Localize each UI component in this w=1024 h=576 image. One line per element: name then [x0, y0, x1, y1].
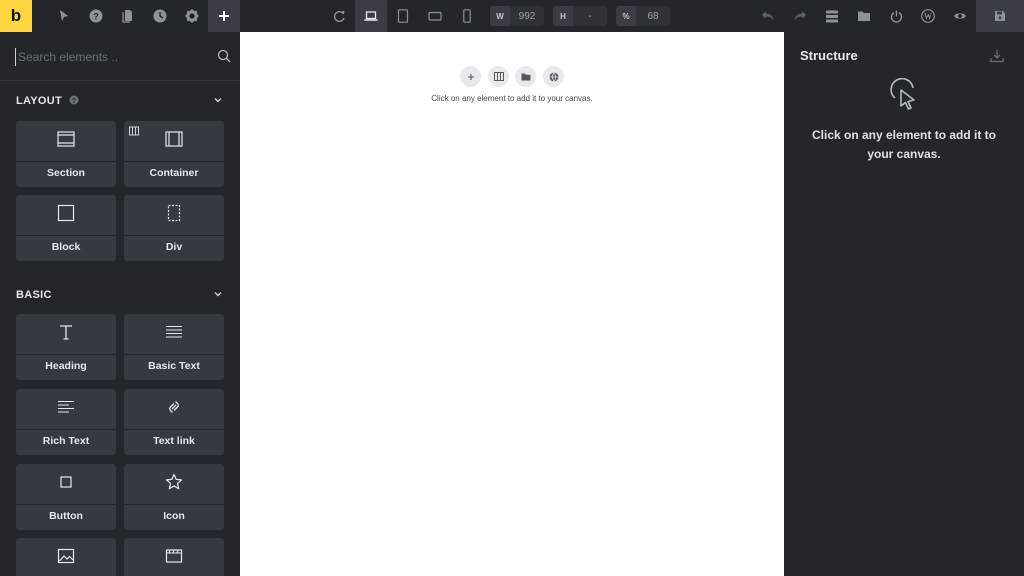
- element-block[interactable]: Block: [16, 195, 116, 261]
- height-value[interactable]: -: [573, 11, 607, 22]
- folder-icon: [521, 73, 530, 80]
- svg-text:W: W: [924, 12, 932, 21]
- element-image[interactable]: [16, 538, 116, 576]
- container-icon: [164, 129, 184, 149]
- structure-panel: Structure Click on any element to add it…: [784, 32, 1024, 576]
- image-icon: [56, 546, 76, 566]
- top-toolbar: b ? W 992 H - % 68 W: [0, 0, 1024, 32]
- structure-title: Structure: [800, 48, 858, 63]
- canvas[interactable]: Click on any element to add it to your c…: [240, 32, 784, 576]
- element-button[interactable]: Button: [16, 464, 116, 530]
- canvas-add-button[interactable]: [460, 66, 481, 87]
- gear-icon[interactable]: [176, 0, 208, 32]
- history-icon[interactable]: [144, 0, 176, 32]
- pointer-icon[interactable]: [48, 0, 80, 32]
- element-label: Container: [149, 167, 199, 179]
- columns-icon: [129, 126, 139, 136]
- mobile-icon[interactable]: [451, 0, 483, 32]
- builder-logo[interactable]: b: [0, 0, 32, 32]
- undo-icon[interactable]: [752, 0, 784, 32]
- info-icon[interactable]: ?: [69, 95, 79, 105]
- element-label: Heading: [45, 360, 87, 372]
- button-icon: [56, 472, 76, 492]
- canvas-columns-button[interactable]: [488, 66, 509, 87]
- canvas-hint: Click on any element to add it to your c…: [431, 94, 593, 103]
- element-icon[interactable]: Icon: [124, 464, 224, 530]
- elements-panel: LAYOUT ? Section Container Block Div BAS…: [0, 32, 240, 576]
- element-label: Div: [165, 241, 183, 253]
- rich-text-icon: [56, 397, 76, 417]
- width-value[interactable]: 992: [510, 11, 544, 22]
- svg-text:?: ?: [72, 98, 77, 105]
- structure-icon[interactable]: [816, 0, 848, 32]
- category-title-layout[interactable]: LAYOUT ?: [16, 95, 79, 107]
- help-icon[interactable]: ?: [80, 0, 112, 32]
- globe-icon: [549, 71, 558, 82]
- columns-icon: [493, 72, 504, 81]
- link-icon: [164, 397, 184, 417]
- height-label: H: [553, 6, 573, 26]
- refresh-icon[interactable]: [323, 0, 355, 32]
- click-pointer-icon: [890, 78, 915, 110]
- block-icon: [56, 203, 76, 223]
- folder-icon[interactable]: [848, 0, 880, 32]
- power-icon[interactable]: [880, 0, 912, 32]
- canvas-global-button[interactable]: [543, 66, 564, 87]
- element-label: Button: [49, 510, 83, 522]
- wordpress-icon[interactable]: W: [912, 0, 944, 32]
- element-label: Text link: [153, 435, 195, 447]
- text-lines-icon: [164, 322, 184, 342]
- element-label: Basic Text: [148, 360, 200, 372]
- zoom-field[interactable]: % 68: [616, 6, 670, 26]
- element-label: Block: [51, 241, 81, 253]
- eye-icon[interactable]: [944, 0, 976, 32]
- search-bar: [0, 32, 240, 81]
- plus-icon: [467, 73, 474, 80]
- element-basic-text[interactable]: Basic Text: [124, 314, 224, 380]
- section-icon: [56, 129, 76, 149]
- save-icon: [995, 11, 1005, 21]
- structure-empty-message: Click on any element to add it to your c…: [811, 128, 997, 161]
- save-button[interactable]: [976, 0, 1024, 32]
- element-video[interactable]: [124, 538, 224, 576]
- search-icon[interactable]: [216, 48, 232, 64]
- heading-icon: [56, 322, 76, 342]
- element-label: Icon: [163, 510, 185, 522]
- plus-icon: [219, 11, 229, 21]
- element-heading[interactable]: Heading: [16, 314, 116, 380]
- add-elements-button[interactable]: [208, 0, 240, 32]
- canvas-templates-button[interactable]: [515, 66, 536, 87]
- element-container[interactable]: Container: [124, 121, 224, 187]
- tablet-portrait-icon[interactable]: [387, 0, 419, 32]
- chevron-down-icon[interactable]: [212, 288, 224, 300]
- width-field[interactable]: W 992: [490, 6, 544, 26]
- download-icon[interactable]: [989, 48, 1005, 64]
- element-text-link[interactable]: Text link: [124, 389, 224, 455]
- video-icon: [164, 546, 184, 566]
- height-field[interactable]: H -: [553, 6, 607, 26]
- element-label: Section: [47, 167, 85, 179]
- zoom-value[interactable]: 68: [636, 11, 670, 22]
- element-div[interactable]: Div: [124, 195, 224, 261]
- element-rich-text[interactable]: Rich Text: [16, 389, 116, 455]
- svg-text:?: ?: [93, 12, 99, 22]
- laptop-icon[interactable]: [355, 0, 387, 32]
- pages-icon[interactable]: [112, 0, 144, 32]
- element-label: Rich Text: [42, 435, 90, 447]
- width-label: W: [490, 6, 510, 26]
- div-icon: [164, 203, 184, 223]
- tablet-landscape-icon[interactable]: [419, 0, 451, 32]
- element-section[interactable]: Section: [16, 121, 116, 187]
- category-title-basic[interactable]: BASIC: [16, 289, 52, 301]
- zoom-label: %: [616, 6, 636, 26]
- star-icon: [164, 472, 184, 492]
- redo-icon[interactable]: [784, 0, 816, 32]
- chevron-down-icon[interactable]: [212, 94, 224, 106]
- search-input[interactable]: [15, 48, 205, 66]
